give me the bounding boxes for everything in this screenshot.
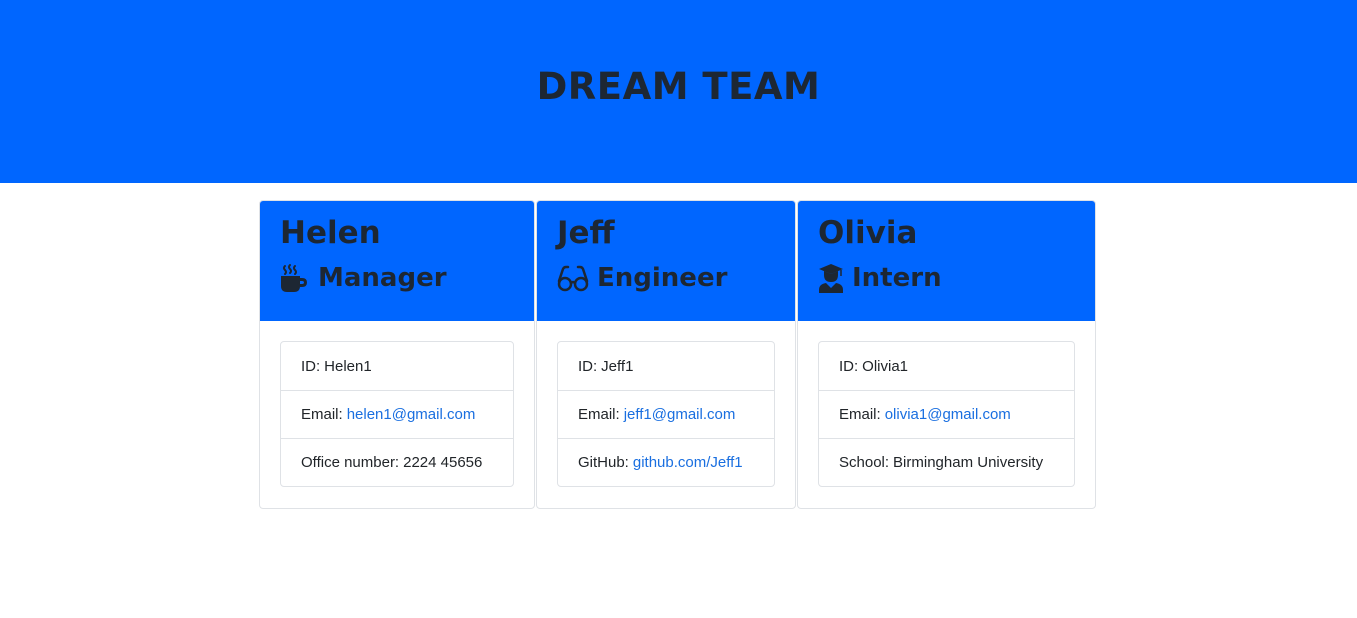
employee-role: Engineer [557, 262, 795, 294]
github-label: GitHub: [578, 454, 629, 471]
graduate-icon [818, 262, 844, 294]
role-label: Engineer [597, 263, 728, 293]
page-title: DREAM TEAM [536, 65, 821, 108]
employee-card-engineer: Jeff Engineer ID: Jeff1 Email: jeff1@gma… [536, 200, 796, 509]
card-body: ID: Helen1 Email: helen1@gmail.com Offic… [260, 321, 534, 507]
card-header: Olivia Intern [798, 201, 1095, 321]
email-row: Email: olivia1@gmail.com [819, 390, 1074, 438]
email-label: Email: [301, 406, 343, 423]
details-list: ID: Olivia1 Email: olivia1@gmail.com Sch… [818, 341, 1075, 487]
office-number-label: Office number: [301, 454, 400, 471]
details-list: ID: Helen1 Email: helen1@gmail.com Offic… [280, 341, 514, 487]
email-link[interactable]: jeff1@gmail.com [624, 406, 736, 423]
page-header: DREAM TEAM [0, 0, 1357, 183]
employee-card-intern: Olivia Intern ID: Olivia1 Email: olivia1… [797, 200, 1096, 509]
email-row: Email: helen1@gmail.com [281, 390, 513, 438]
employee-role: Intern [818, 262, 1095, 294]
details-list: ID: Jeff1 Email: jeff1@gmail.com GitHub:… [557, 341, 775, 487]
email-row: Email: jeff1@gmail.com [558, 390, 774, 438]
card-header: Helen Manager [260, 201, 534, 321]
employee-card-manager: Helen Manager ID: Helen1 Email: helen1@g… [259, 200, 535, 509]
id-row: ID: Olivia1 [819, 342, 1074, 390]
id-label: ID: [578, 357, 598, 375]
id-row: ID: Jeff1 [558, 342, 774, 390]
id-value: Olivia1 [862, 357, 909, 375]
id-value: Jeff1 [601, 357, 634, 375]
github-row: GitHub: github.com/Jeff1 [558, 438, 774, 486]
card-body: ID: Olivia1 Email: olivia1@gmail.com Sch… [798, 321, 1095, 507]
id-row: ID: Helen1 [281, 342, 513, 390]
team-cards: Helen Manager ID: Helen1 Email: helen1@g… [259, 200, 1097, 509]
email-label: Email: [839, 406, 881, 423]
github-link[interactable]: github.com/Jeff1 [633, 454, 743, 471]
role-label: Intern [852, 263, 942, 293]
card-body: ID: Jeff1 Email: jeff1@gmail.com GitHub:… [537, 321, 795, 507]
school-row: School: Birmingham University [819, 438, 1074, 486]
school-value: Birmingham University [893, 454, 1044, 471]
coffee-mug-icon [280, 262, 310, 294]
glasses-icon [557, 262, 589, 294]
card-header: Jeff Engineer [537, 201, 795, 321]
id-label: ID: [301, 357, 321, 375]
id-value: Helen1 [324, 357, 372, 375]
employee-name: Helen [280, 215, 381, 251]
email-label: Email: [578, 406, 620, 423]
school-label: School: [839, 454, 890, 471]
office-number-row: Office number: 2224 45656 [281, 438, 513, 486]
email-link[interactable]: helen1@gmail.com [347, 406, 476, 423]
office-number-value: 2224 45656 [403, 454, 483, 471]
employee-name: Olivia [818, 215, 918, 251]
id-label: ID: [839, 357, 859, 375]
role-label: Manager [318, 263, 447, 293]
email-link[interactable]: olivia1@gmail.com [885, 406, 1011, 423]
employee-role: Manager [280, 262, 534, 294]
employee-name: Jeff [557, 215, 615, 251]
